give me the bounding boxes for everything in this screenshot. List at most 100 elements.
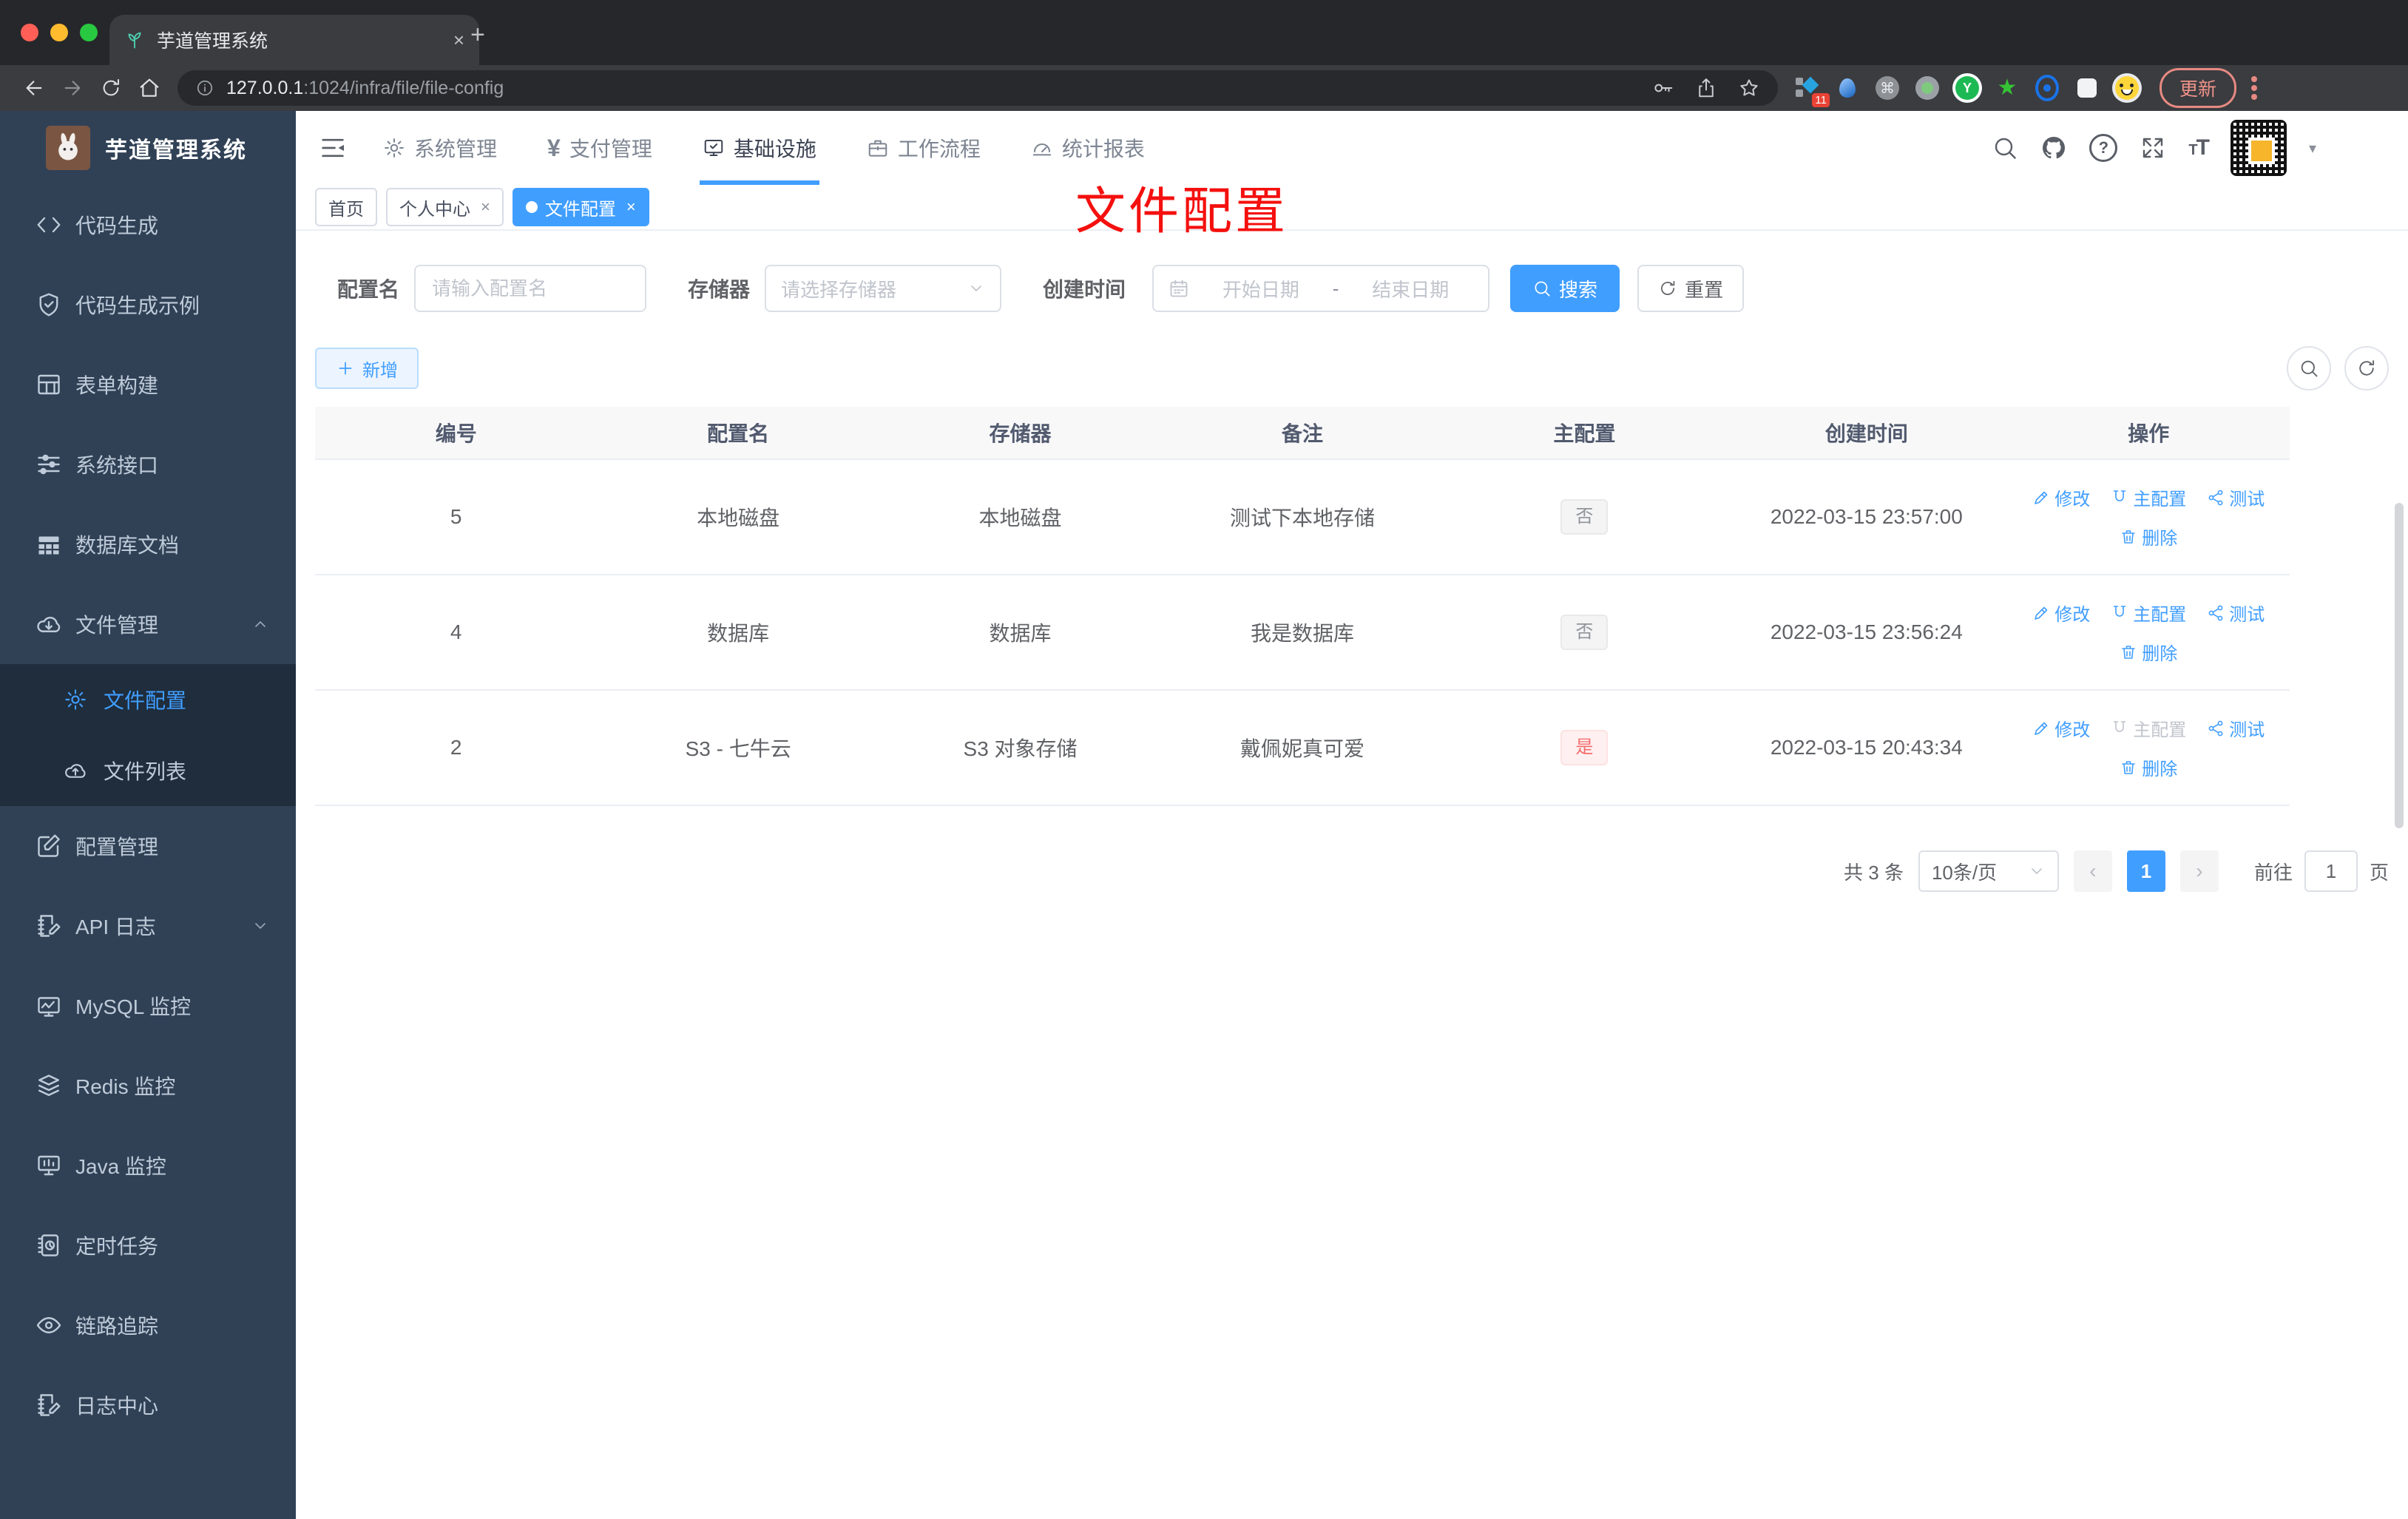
tab-file-config[interactable]: 文件配置 × (512, 188, 649, 226)
file-config-table: 编号 配置名 存储器 备注 主配置 创建时间 操作 5 本地磁盘 本地磁盘 测试 (315, 407, 2290, 806)
cloud-download-icon (35, 611, 62, 637)
sidebar-item-system-api[interactable]: 系统接口 (0, 424, 296, 504)
add-button[interactable]: 新增 (315, 348, 419, 389)
home-button[interactable] (130, 76, 169, 100)
address-bar[interactable]: 127.0.0.1:1024/infra/file/file-config (177, 70, 1778, 106)
sidebar-item-log-center[interactable]: 日志中心 (0, 1365, 296, 1445)
config-name-input[interactable] (416, 277, 646, 300)
close-window-button[interactable] (21, 24, 38, 41)
topnav-item-system[interactable]: 系统管理 (383, 111, 497, 185)
tab-home[interactable]: 首页 (315, 188, 377, 226)
caret-down-icon[interactable]: ▾ (2309, 139, 2316, 158)
chrome-update-button[interactable]: 更新 (2160, 68, 2237, 108)
sidebar-collapse-icon[interactable] (318, 133, 348, 163)
search-icon[interactable] (1992, 135, 2018, 161)
sidebar-item-config-management[interactable]: 配置管理 (0, 806, 296, 886)
topnav-item-workflow[interactable]: 工作流程 (867, 111, 981, 185)
sidebar-item-scheduled-tasks[interactable]: 定时任务 (0, 1205, 296, 1285)
sidebar-item-file-list[interactable]: 文件列表 (0, 735, 296, 806)
test-action[interactable]: 测试 (2207, 484, 2265, 510)
reload-button[interactable] (92, 77, 130, 99)
extension-star-icon[interactable]: ★ (1995, 76, 2019, 100)
trash-icon (2120, 759, 2137, 777)
sidebar-item-redis-monitor[interactable]: Redis 监控 (0, 1046, 296, 1126)
sidebar-item-form-builder[interactable]: 表单构建 (0, 345, 296, 424)
tab-profile[interactable]: 个人中心 × (386, 188, 504, 226)
test-action[interactable]: 测试 (2207, 600, 2265, 626)
edit-action[interactable]: 修改 (2032, 484, 2090, 510)
font-size-icon[interactable]: TT (2188, 135, 2210, 160)
gear-icon (64, 688, 87, 711)
topnav-item-infrastructure[interactable]: 基础设施 (699, 111, 819, 185)
password-key-icon[interactable] (1652, 77, 1674, 99)
extension-camera-icon[interactable] (1915, 76, 1939, 100)
sidebar-item-code-gen[interactable]: 代码生成 (0, 185, 296, 265)
primary-action[interactable]: 主配置 (2111, 484, 2186, 510)
test-action[interactable]: 测试 (2207, 715, 2265, 741)
sidebar-item-label: 代码生成示例 (75, 294, 200, 317)
sidebar-item-java-monitor[interactable]: Java 监控 (0, 1126, 296, 1205)
extensions-puzzle-icon[interactable] (2075, 76, 2099, 100)
storage-label: 存储器 (688, 278, 751, 301)
extension-tag-assistant-icon[interactable]: 11 (1796, 76, 1830, 107)
close-icon[interactable]: × (626, 197, 636, 217)
row-actions: 修改 主配置 测试 删除 (2009, 484, 2288, 549)
maximize-window-button[interactable] (80, 24, 98, 41)
sidebar-item-tracing[interactable]: 链路追踪 (0, 1285, 296, 1365)
page-number-active[interactable]: 1 (2126, 850, 2165, 892)
chrome-menu-icon[interactable] (2251, 85, 2258, 91)
back-button[interactable] (15, 76, 53, 100)
edit-action[interactable]: 修改 (2032, 715, 2090, 741)
profile-emoji-icon[interactable] (2115, 76, 2139, 100)
refresh-table-button[interactable] (2344, 346, 2389, 390)
extension-eye-icon[interactable] (2035, 75, 2059, 101)
share-icon (2207, 604, 2225, 622)
date-range-picker[interactable]: 开始日期 - 结束日期 (1152, 265, 1490, 312)
refresh-icon (1658, 279, 1677, 298)
close-icon[interactable]: × (481, 197, 490, 217)
storage-select[interactable]: 请选择存储器 (765, 265, 1002, 312)
schedule-icon (35, 1232, 62, 1259)
search-toggle-button[interactable] (2287, 346, 2331, 390)
topnav-item-payment[interactable]: ¥ 支付管理 (547, 111, 652, 185)
github-icon[interactable] (2040, 135, 2067, 161)
search-button[interactable]: 搜索 (1510, 265, 1620, 312)
site-info-icon[interactable] (195, 78, 214, 98)
browser-tab[interactable]: 芋道管理系统 × (109, 15, 479, 65)
sidebar-item-file-config[interactable]: 文件配置 (0, 664, 296, 735)
sidebar-submenu-file: 文件配置 文件列表 (0, 664, 296, 806)
range-separator: - (1332, 277, 1339, 300)
scrollbar-thumb[interactable] (2395, 503, 2404, 828)
extension-y-icon[interactable]: Y (1955, 76, 1979, 100)
share-icon[interactable] (1695, 77, 1717, 99)
prev-page-button[interactable]: ‹ (2073, 850, 2112, 892)
help-icon[interactable]: ? (2089, 134, 2118, 162)
start-date-placeholder[interactable]: 开始日期 (1198, 275, 1324, 302)
sidebar-item-api-log[interactable]: API 日志 (0, 886, 296, 966)
reset-button[interactable]: 重置 (1637, 265, 1745, 312)
primary-action[interactable]: 主配置 (2111, 600, 2186, 626)
log-edit-icon (35, 1392, 62, 1418)
sidebar-item-code-gen-demo[interactable]: 代码生成示例 (0, 265, 296, 345)
fullscreen-icon[interactable] (2140, 135, 2166, 161)
delete-action[interactable]: 删除 (2120, 754, 2177, 780)
sidebar-item-label: Java 监控 (75, 1155, 166, 1178)
new-tab-button[interactable]: + (470, 21, 485, 50)
next-page-button[interactable]: › (2179, 850, 2219, 892)
goto-page-input[interactable] (2304, 850, 2358, 892)
delete-action[interactable]: 删除 (2120, 639, 2177, 665)
bookmark-star-icon[interactable] (1738, 77, 1760, 99)
extension-balloon-icon[interactable] (1836, 76, 1859, 100)
sidebar-item-mysql-monitor[interactable]: MySQL 监控 (0, 966, 296, 1046)
sidebar-item-db-doc[interactable]: 数据库文档 (0, 504, 296, 584)
user-avatar[interactable] (2230, 120, 2287, 176)
sidebar-item-file-management[interactable]: 文件管理 (0, 584, 296, 664)
forward-button[interactable] (53, 76, 92, 100)
minimize-window-button[interactable] (50, 24, 68, 41)
page-size-select[interactable]: 10条/页 (1918, 850, 2059, 892)
end-date-placeholder[interactable]: 结束日期 (1347, 275, 1473, 302)
delete-action[interactable]: 删除 (2120, 524, 2177, 549)
edit-action[interactable]: 修改 (2032, 600, 2090, 626)
extension-command-icon[interactable]: ⌘ (1876, 76, 1899, 100)
tab-close-icon[interactable]: × (453, 30, 464, 50)
